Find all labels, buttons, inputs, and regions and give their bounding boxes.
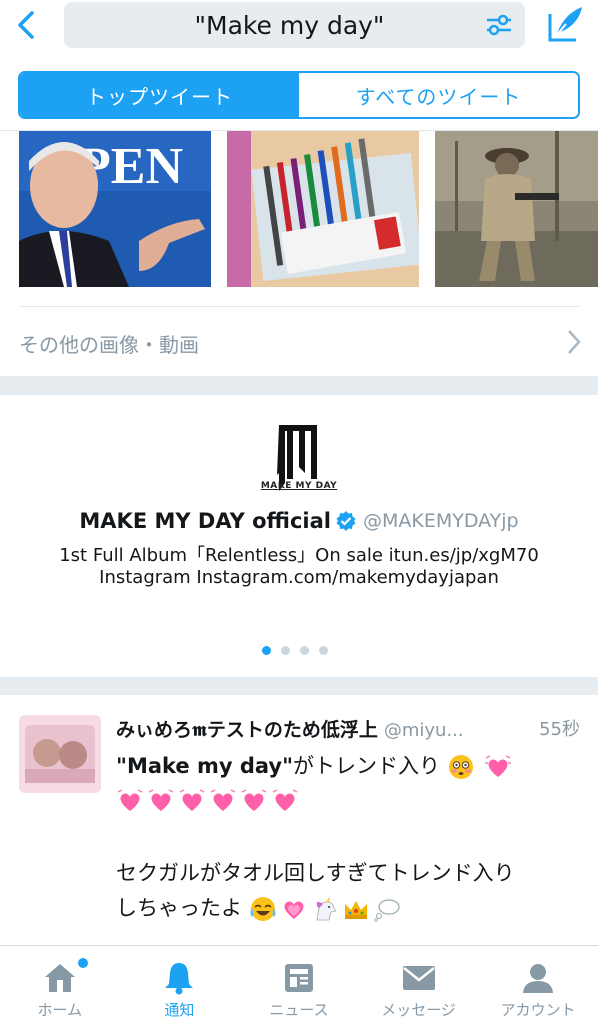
tab-label: アカウント (500, 1001, 576, 1019)
tab-label: メッセージ (381, 1001, 456, 1019)
tweet-text-line: セクガルがタオル回しすぎてトレンド入り (116, 861, 515, 885)
more-media-link[interactable]: その他の画像・動画 (19, 308, 598, 376)
avatar[interactable] (19, 715, 101, 793)
tweet-quote: "Make my day" (116, 754, 294, 778)
profile-bio-line: Instagram Instagram.com/makemydayjapan (99, 567, 499, 588)
section-separator (0, 677, 598, 695)
bell-icon (165, 963, 194, 995)
tab-label: 通知 (164, 1001, 195, 1019)
logo-wordmark: MAKE MY DAY (260, 481, 338, 491)
home-icon (44, 964, 75, 992)
search-query[interactable]: "Make my day" (64, 11, 465, 40)
profile-name[interactable]: MAKE MY DAY official (79, 509, 331, 533)
media-thumbnail-speaker[interactable]: PEN (19, 131, 211, 287)
profile-bio-line: 1st Full Album「Relentless」On sale itun.e… (59, 545, 539, 566)
tab-messages[interactable]: メッセージ (359, 946, 479, 1023)
bottom-tab-bar: ホーム 通知 ニュース メッセージ アカウント (0, 945, 598, 1023)
media-strip: PEN (19, 131, 598, 287)
page-dot (319, 646, 328, 655)
tab-news[interactable]: ニュース (239, 946, 359, 1023)
profile-name-line: MAKE MY DAY official @MAKEMYDAYjp (0, 509, 598, 533)
tweet-timestamp: 55秒 (533, 715, 580, 741)
tweet-item[interactable]: みぃめろ𝖒テストのため低浮上 @miyu... 55秒 "Make my day"… (0, 695, 598, 945)
tweet-text: しちゃったよ (116, 896, 242, 920)
divider (19, 306, 580, 307)
tears-of-joy-emoji-icon (250, 897, 276, 921)
tab-label: ニュース (269, 1001, 329, 1019)
top-bar: "Make my day" (0, 0, 598, 62)
back-chevron-icon[interactable] (10, 8, 44, 42)
beating-heart-emoji-icon (284, 901, 304, 919)
growing-heart-emoji-icon (485, 755, 512, 777)
tab-top-tweets[interactable]: トップツイート (20, 73, 299, 117)
tab-all-tweets[interactable]: すべてのツイート (299, 73, 578, 117)
tweet-author-handle: @miyu... (383, 720, 464, 741)
tab-home[interactable]: ホーム (0, 946, 120, 1023)
search-field[interactable]: "Make my day" (64, 2, 525, 48)
growing-heart-emoji-icon (210, 789, 236, 811)
tweet-filter-segments: トップツイート すべてのツイート (18, 71, 580, 119)
growing-heart-emoji-icon (241, 789, 267, 811)
unicorn-emoji-icon (316, 896, 337, 921)
person-icon (523, 964, 554, 993)
profile-handle: @MAKEMYDAYjp (362, 510, 519, 532)
tweet-text-line: "Make my day"がトレンド入り (116, 750, 515, 780)
verified-badge-icon (336, 511, 356, 531)
chevron-right-icon (568, 330, 581, 354)
compose-tweet-icon[interactable] (544, 4, 586, 44)
tweet-author-name[interactable]: みぃめろ𝖒テストのため低浮上 (116, 719, 378, 741)
tweet-text-line: しちゃったよ (116, 892, 404, 922)
growing-heart-emoji-icon (148, 789, 174, 811)
crown-emoji-icon (344, 901, 367, 919)
filter-sliders-icon[interactable] (485, 12, 513, 38)
notification-dot (78, 958, 88, 968)
tab-account[interactable]: アカウント (478, 946, 598, 1023)
thought-balloon-emoji-icon (373, 899, 400, 922)
growing-heart-emoji-icon (272, 789, 298, 811)
media-thumbnail-game[interactable] (435, 131, 598, 287)
tweet-text: がトレンド入り (293, 754, 441, 778)
news-icon (284, 964, 313, 992)
tab-notifications[interactable]: 通知 (120, 946, 240, 1023)
growing-heart-emoji-icon (179, 789, 205, 811)
tweet-header: みぃめろ𝖒テストのため低浮上 @miyu... (116, 715, 586, 742)
more-media-label: その他の画像・動画 (19, 333, 199, 357)
page-dot (281, 646, 290, 655)
envelope-icon (402, 966, 435, 990)
media-thumbnail-pens[interactable] (227, 131, 419, 287)
tab-label: ホーム (37, 1001, 83, 1019)
page-indicator (262, 646, 336, 656)
tweet-emoji-line (116, 788, 302, 814)
section-separator (0, 376, 598, 395)
profile-card[interactable]: MAKE MY DAY MAKE MY DAY official @MAKEMY… (0, 395, 598, 677)
page-dot (262, 646, 271, 655)
growing-heart-emoji-icon (117, 789, 143, 811)
flushed-face-emoji-icon (448, 755, 473, 779)
page-dot (300, 646, 309, 655)
